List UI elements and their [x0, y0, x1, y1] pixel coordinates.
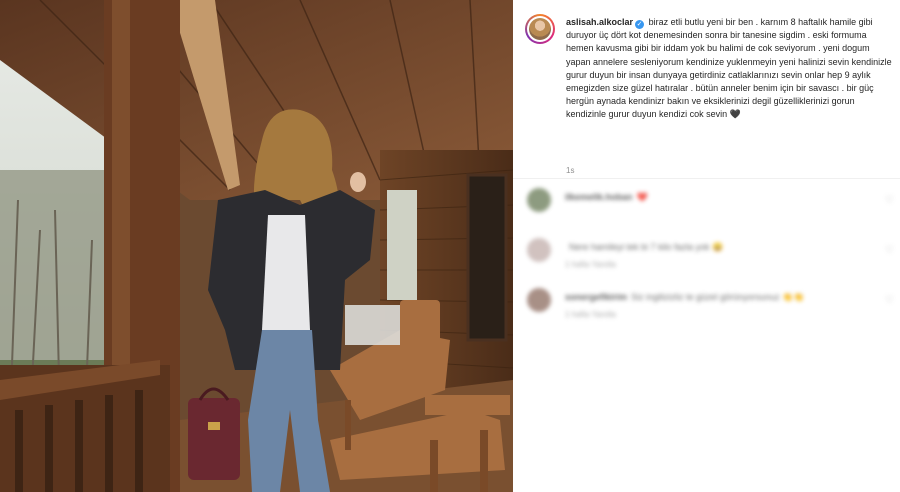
divider	[513, 178, 900, 179]
comment-username[interactable]: sonergefikirim	[565, 292, 627, 302]
avatar[interactable]	[525, 14, 555, 44]
comment-body: ❤️	[636, 192, 648, 202]
username-link[interactable]: aslisah.alkoclar	[566, 17, 633, 27]
comment-avatar[interactable]	[527, 188, 551, 212]
caption: aslisah.alkoclar ✓ biraz etli butlu yeni …	[566, 16, 896, 122]
verified-check-icon: ✓	[635, 20, 645, 29]
avatar-photo	[529, 18, 551, 40]
comment-item: sonergefikirim Siz ingilizizliz te güzel …	[527, 288, 899, 328]
caption-body: biraz etli butlu yeni bir ben . karnım 8…	[566, 17, 892, 120]
heart-outline-icon[interactable]: ♡	[885, 196, 895, 206]
avatar-ring	[527, 16, 553, 42]
heart-outline-icon[interactable]: ♡	[885, 296, 895, 306]
comment-item: Nere hamileyi tek bi 7 kilo fazla yok 😄 …	[527, 238, 899, 278]
heart-outline-icon[interactable]: ♡	[885, 246, 895, 256]
comment-item: ilkemelik.hoban ❤️ ♡	[527, 188, 899, 228]
comment-meta: 1 hafta Yanıtla	[565, 260, 616, 269]
comment-text: ilkemelik.hoban ❤️	[565, 192, 648, 203]
comment-body: Siz ingilizizliz te güzel görünyorsunuz …	[631, 292, 805, 302]
comment-avatar[interactable]	[527, 288, 551, 312]
comment-username[interactable]: ilkemelik.hoban	[565, 192, 633, 202]
black-heart-emoji: 🖤	[729, 109, 741, 120]
post-image	[0, 0, 513, 492]
comment-body: Nere hamileyi tek bi 7 kilo fazla yok 😄	[569, 242, 724, 252]
post-timestamp[interactable]: 1s	[566, 166, 574, 175]
comment-avatar[interactable]	[527, 238, 551, 262]
post-sidebar: aslisah.alkoclar ✓ biraz etli butlu yeni …	[513, 0, 900, 492]
comment-text: sonergefikirim Siz ingilizizliz te güzel …	[565, 292, 805, 303]
comment-text: Nere hamileyi tek bi 7 kilo fazla yok 😄	[565, 242, 723, 253]
comment-meta: 1 hafta Yanıtla	[565, 310, 616, 319]
